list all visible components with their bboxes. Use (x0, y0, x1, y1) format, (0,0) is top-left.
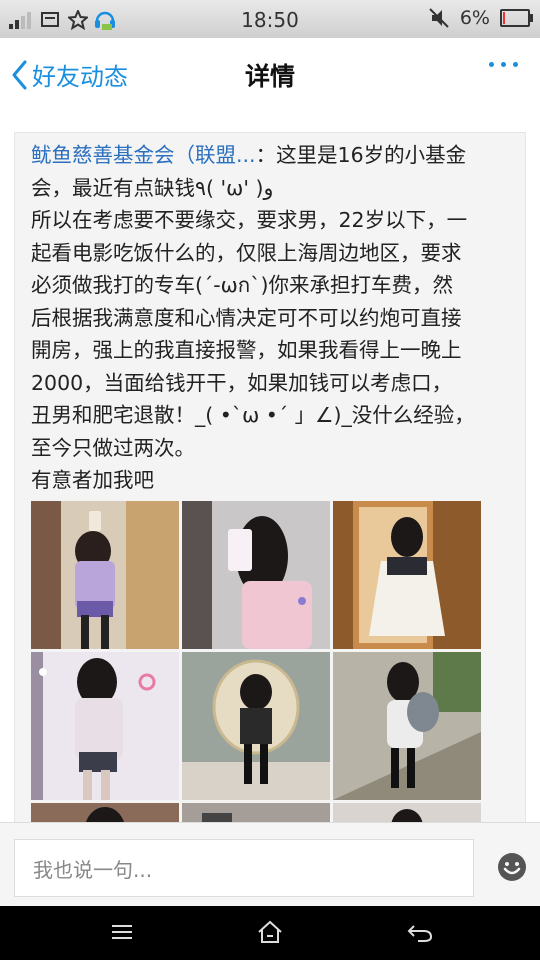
photo-thumbnail[interactable] (31, 501, 179, 649)
post-text: 鱿鱼慈善基金会（联盟...：这里是16岁的小基金 会，最近有点缺钱٩( 'ω' … (31, 139, 511, 497)
photo-thumbnail[interactable] (31, 803, 179, 822)
battery-percent: 6% (459, 7, 490, 29)
comment-bar: 我也说一句... (0, 822, 540, 907)
battery-icon (500, 9, 533, 27)
photo-thumbnail[interactable] (333, 501, 481, 649)
more-dots-icon[interactable] (489, 62, 518, 67)
back-arrow-icon[interactable] (406, 920, 434, 944)
post-line: 有意者加我吧 (31, 468, 154, 492)
photo-thumbnail[interactable] (31, 652, 179, 800)
system-navigation-bar (0, 906, 540, 960)
author-link[interactable]: 鱿鱼慈善基金会（联盟... (31, 143, 256, 167)
post-line: 必须做我打的专车(´-ωก`)你来承担打车费，然 (31, 273, 453, 297)
menu-icon[interactable] (108, 920, 136, 944)
photo-thumbnail[interactable] (333, 803, 481, 822)
post-detail: 鱿鱼慈善基金会（联盟...：这里是16岁的小基金 会，最近有点缺钱٩( 'ω' … (0, 112, 540, 822)
comment-input[interactable]: 我也说一句... (14, 839, 474, 897)
post-line: 会，最近有点缺钱٩( 'ω' )و (31, 175, 274, 200)
post-line: 至今只做过两次。 (31, 435, 195, 460)
status-icons-right: 6% (428, 7, 533, 29)
navigation-bar: 好友动态 详情 (0, 38, 540, 112)
post-line: 这里是16岁的小基金 (276, 143, 467, 167)
photo-thumbnail[interactable] (182, 652, 330, 800)
post-line: 丑男和肥宅退散！_( •`ω •´ 」∠)_没什么经验， (31, 403, 475, 427)
mute-icon (429, 8, 449, 28)
home-icon[interactable] (256, 920, 284, 944)
photo-thumbnail[interactable] (182, 501, 330, 649)
post-line: 后根据我满意度和心情决定可不可以约炮可直接 (31, 305, 462, 330)
page-title: 详情 (244, 62, 295, 91)
status-bar: 18:50 6% (0, 0, 540, 38)
post-card: 鱿鱼慈善基金会（联盟...：这里是16岁的小基金 会，最近有点缺钱٩( 'ω' … (14, 132, 526, 822)
photo-thumbnail[interactable] (182, 803, 330, 822)
comment-placeholder: 我也说一句... (33, 857, 153, 882)
post-line: 開房，强上的我直接报警，如果我看得上一晚上 (31, 338, 462, 362)
photo-thumbnail[interactable] (333, 652, 481, 800)
post-line: 起看电影吃饭什么的，仅限上海周边地区，要求 (31, 240, 462, 265)
author-separator: ： (255, 143, 277, 167)
emoji-icon[interactable] (496, 851, 528, 883)
post-line: 2000，当面给钱开干，如果加钱可以考虑口， (31, 370, 453, 395)
post-line: 所以在考虑要不要缘交，要求男，22岁以下，一 (31, 208, 468, 232)
